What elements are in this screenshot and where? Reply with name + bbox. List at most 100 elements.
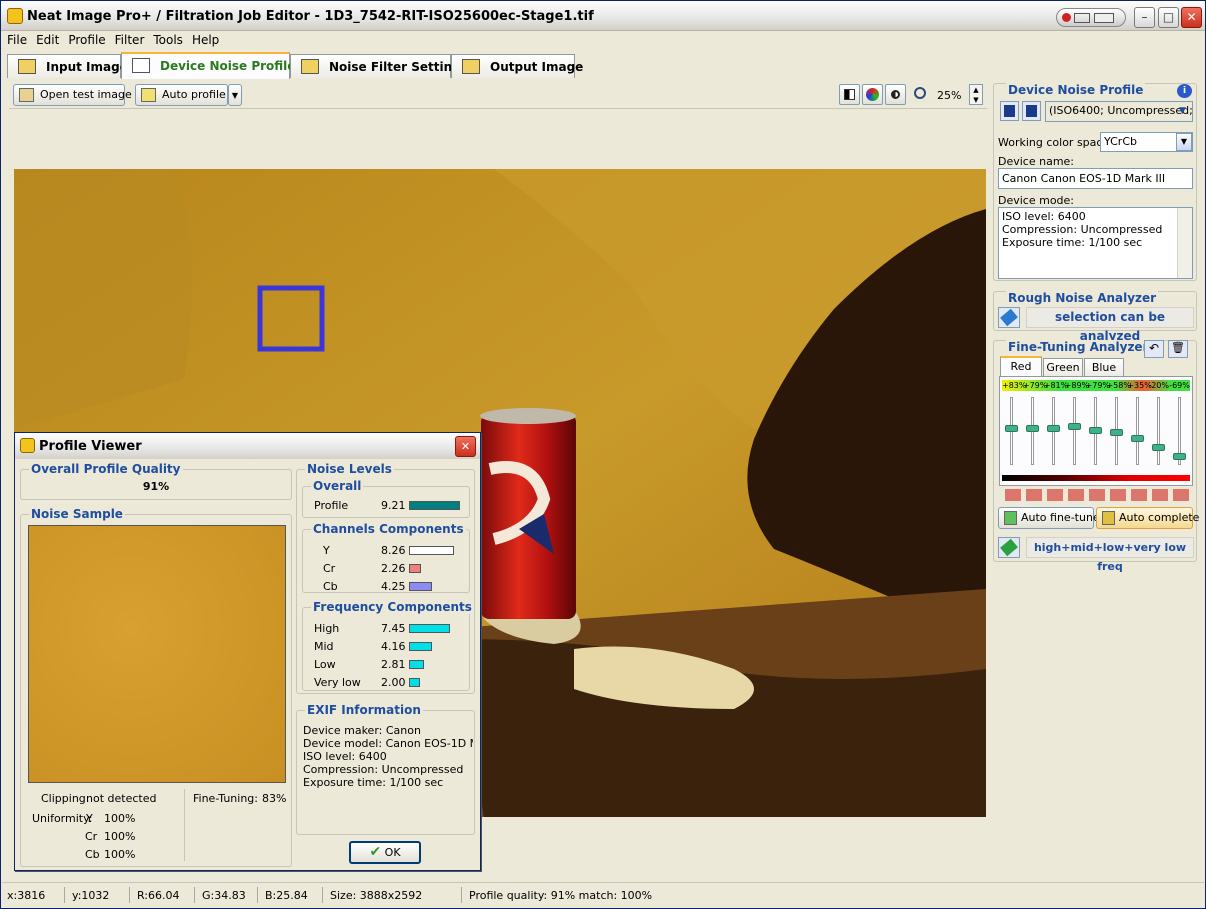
channel-value: 2.26 [381,562,406,575]
checkmark-icon: ✔ [369,844,382,860]
frequency-level-bar [409,642,432,651]
minimize-button[interactable]: – [1134,7,1155,28]
fine-tune-slider-thumb[interactable] [1130,435,1144,443]
menu-tools[interactable]: Tools [148,31,187,47]
device-mode-textarea[interactable]: ISO level: 6400 Compression: Uncompresse… [998,207,1193,279]
exif-title: EXIF Information [305,703,423,717]
noise-sample-image [28,525,286,783]
zoom-level: 25% [937,89,962,102]
tab-device-noise-profile[interactable]: Device Noise Profile [121,52,295,79]
noise-levels-group: Noise Levels Overall Profile 9.21 Channe… [296,462,475,694]
fine-tune-slider-thumb[interactable] [1068,423,1082,431]
device-name-input[interactable]: Canon Canon EOS-1D Mark III [998,168,1193,189]
frequency-level-bar [409,624,450,633]
frequency-value: 2.00 [381,676,406,689]
uniformity-cr-value: 100% [104,830,136,843]
ok-button[interactable]: ✔ OK [349,841,421,864]
fine-tune-slider-thumb[interactable] [1151,443,1165,451]
image-icon [18,59,36,74]
status-size: Size: 3888x2592 [330,889,423,902]
brightness-icon[interactable] [885,84,906,105]
slider-row [1002,395,1190,467]
status-b: B:25.84 [265,889,308,902]
menu-help[interactable]: Help [187,31,223,47]
frequency-title: Frequency Components [311,600,474,614]
undo-icon[interactable]: ↶ [1144,340,1164,358]
exif-group: EXIF Information Device maker: Canon Dev… [296,703,475,835]
analyze-icon[interactable] [998,307,1020,328]
status-r: R:66.04 [137,889,180,902]
fine-tune-slider-thumb[interactable] [1005,424,1019,432]
zoom-stepper[interactable]: ▲ ▼ [969,84,983,105]
profile-level-bar [409,501,460,510]
channel-label: Cr [323,562,336,575]
auto-profile-icon [141,88,156,102]
scrollbar[interactable] [1177,208,1192,278]
tab-output-image[interactable]: Output Image [451,54,583,78]
uniformity-cr-label: Cr [85,830,98,843]
menu-file[interactable]: File [2,31,31,47]
status-quality: Profile quality: 91% match: 100% [469,889,653,902]
close-button[interactable]: ✕ [1181,7,1202,28]
auto-fine-tune-button[interactable]: Auto fine-tune [998,507,1100,529]
exif-lines: Device maker: Canon Device model: Canon … [303,724,473,789]
frequency-label: Mid [314,640,334,653]
device-name-label: Device name: [998,155,1075,168]
fine-tune-percent: +83% [1002,381,1027,390]
tab-red[interactable]: Red [1000,356,1042,376]
auto-profile-button[interactable]: Auto profile [135,84,228,106]
window-title: Neat Image Pro+ / Filtration Job Editor … [27,9,594,24]
tab-green[interactable]: Green [1043,358,1083,376]
close-icon[interactable]: ✕ [455,436,476,457]
tab-blue[interactable]: Blue [1084,358,1124,376]
view-mode-icon[interactable] [839,84,860,105]
channel-label: Cb [323,580,338,593]
color-channels-icon[interactable] [862,84,883,105]
info-icon[interactable]: i [1177,84,1192,98]
tab-noise-filter-settings[interactable]: Noise Filter Settings [290,54,468,78]
channels-group: Channels Components Y 8.26 Cr 2.26 Cb 4.25 [302,522,470,593]
fine-tune-slider-thumb[interactable] [1047,424,1061,432]
open-test-image-button[interactable]: Open test image [13,84,132,106]
zoom-icon[interactable] [914,87,926,99]
auto-profile-dropdown[interactable]: ▼ [228,84,242,106]
fine-tuning-value: 83% [262,792,287,805]
tab-input-image[interactable]: Input Image [7,54,128,78]
auto-complete-button[interactable]: Auto complete [1096,507,1199,529]
rough-analyzer-status: selection can be analyzed [1026,307,1194,343]
clipping-value: not detected [86,792,157,805]
fine-tune-slider-thumb[interactable] [1089,426,1102,434]
frequency-value: 4.16 [381,640,406,653]
uniformity-cb-value: 100% [104,848,136,861]
percent-strip: +83% +79% +81% +89% +79% +58% +35% -20% -69% [1002,380,1190,391]
frequency-value: 7.45 [381,622,406,635]
frequency-level-bar [409,660,424,669]
clipping-label: Clipping: [41,792,90,805]
menu-profile[interactable]: Profile [63,31,109,47]
window-extra-buttons[interactable] [1056,8,1126,27]
wand-icon[interactable] [998,537,1020,558]
maximize-button[interactable]: □ [1158,7,1179,28]
frequency-value: 2.81 [381,658,406,671]
menu-filter[interactable]: Filter [110,31,149,47]
chevron-down-icon[interactable]: ▼ [1176,133,1192,151]
fine-tune-slider-thumb[interactable] [1172,452,1186,460]
menu-edit[interactable]: Edit [31,31,63,47]
profile-select[interactable]: (ISO6400; Uncompressed; [1045,101,1193,122]
fine-tuning-sliders: +83% +79% +81% +89% +79% +58% +35% -20% -69% [999,376,1193,486]
save-profile-icon[interactable] [1000,101,1019,121]
fine-tune-percent: +89% [1064,381,1090,390]
frequency-group: Frequency Components High 7.45 Mid 4.16 Low 2… [302,600,474,691]
chevron-down-icon: ▼ [231,91,239,100]
fine-tune-slider-thumb[interactable] [1026,424,1040,432]
load-profile-icon[interactable] [1022,101,1041,121]
trash-icon[interactable]: 🗑 [1168,340,1188,358]
working-color-space-label: Working color space: [998,136,1113,149]
fine-tune-slider-thumb[interactable] [1109,429,1123,437]
fine-tune-percent: +81% [1043,381,1069,390]
gradient-bar [1002,475,1190,481]
fine-tune-percent: +35% [1127,381,1152,390]
profile-viewer-dialog: Profile Viewer ✕ Overall Profile Quality… [14,432,481,871]
main-window: Neat Image Pro+ / Filtration Job Editor … [0,0,1206,909]
noise-levels-title: Noise Levels [305,462,394,476]
